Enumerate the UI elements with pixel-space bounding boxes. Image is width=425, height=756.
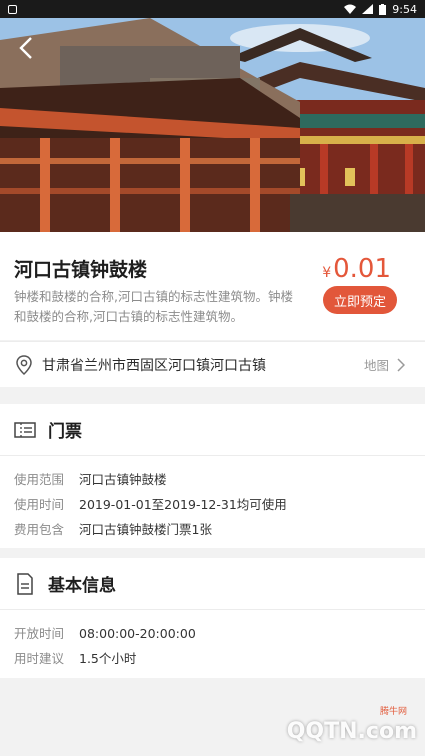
notification-icon [8, 4, 17, 14]
status-right: 9:54 [344, 3, 417, 16]
temple-illustration [0, 18, 425, 232]
basic-info-section: 基本信息 开放时间 08:00:00-20:00:00 用时建议 1.5个小时 [0, 558, 425, 678]
wifi-icon [344, 4, 357, 14]
chevron-right-icon [397, 357, 405, 372]
detail-value: 08:00:00-20:00:00 [79, 626, 196, 641]
detail-row: 开放时间 08:00:00-20:00:00 [14, 621, 411, 646]
status-time: 9:54 [392, 2, 417, 16]
detail-key: 费用包含 [14, 522, 65, 537]
detail-row: 费用包含 河口古镇钟鼓楼门票1张 [14, 517, 411, 542]
ticket-section: 门票 使用范围 河口古镇钟鼓楼 使用时间 2019-01-01至2019-12-… [0, 404, 425, 548]
detail-value: 河口古镇钟鼓楼门票1张 [79, 522, 212, 537]
detail-key: 使用时间 [14, 497, 65, 512]
price-currency: ¥ [322, 265, 332, 281]
watermark: 腾牛网 QQTN.com [257, 707, 417, 752]
ticket-details: 使用范围 河口古镇钟鼓楼 使用时间 2019-01-01至2019-12-31均… [0, 456, 425, 548]
ticket-icon [14, 421, 36, 438]
attraction-card: 河口古镇钟鼓楼 ¥ 0.01 立即预定 钟楼和鼓楼的合称,河口古镇的标志性建筑物… [0, 232, 425, 340]
price: ¥ 0.01 [322, 254, 391, 284]
basic-info-title: 基本信息 [48, 576, 116, 596]
attraction-description: 钟楼和鼓楼的合称,河口古镇的标志性建筑物。钟楼和鼓楼的合称,河口古镇的标志性建筑… [14, 289, 293, 324]
map-label: 地图 [363, 358, 389, 373]
back-button[interactable] [10, 32, 42, 64]
address-text: 甘肃省兰州市西固区河口镇河口古镇 [42, 357, 266, 374]
hero-image [0, 18, 425, 232]
book-now-button[interactable]: 立即预定 [323, 286, 397, 314]
address-row[interactable]: 甘肃省兰州市西固区河口镇河口古镇 地图 [0, 341, 425, 387]
detail-row: 使用范围 河口古镇钟鼓楼 [14, 467, 411, 492]
status-bar: 9:54 [0, 0, 425, 18]
attraction-title: 河口古镇钟鼓楼 [14, 259, 148, 281]
detail-row: 使用时间 2019-01-01至2019-12-31均可使用 [14, 492, 411, 517]
signal-icon [362, 4, 374, 14]
basic-info-details: 开放时间 08:00:00-20:00:00 用时建议 1.5个小时 [0, 610, 425, 677]
ticket-section-title: 门票 [48, 422, 82, 442]
back-arrow-icon [19, 37, 32, 59]
location-pin-icon [16, 354, 32, 375]
detail-value: 1.5个小时 [79, 651, 137, 666]
price-value: 0.01 [333, 254, 391, 284]
battery-icon [379, 3, 387, 15]
status-left [8, 4, 17, 14]
basic-info-header: 基本信息 [0, 558, 425, 610]
watermark-sub: 腾牛网 [379, 707, 407, 717]
watermark-text: QQTN.com [286, 718, 417, 744]
detail-key: 开放时间 [14, 626, 65, 641]
map-link[interactable]: 地图 [364, 355, 405, 374]
ticket-section-header: 门票 [0, 404, 425, 456]
detail-row: 用时建议 1.5个小时 [14, 646, 411, 671]
detail-key: 使用范围 [14, 472, 65, 487]
detail-key: 用时建议 [14, 651, 65, 666]
detail-value: 2019-01-01至2019-12-31均可使用 [79, 497, 287, 512]
document-icon [17, 572, 33, 595]
detail-value: 河口古镇钟鼓楼 [79, 472, 167, 487]
